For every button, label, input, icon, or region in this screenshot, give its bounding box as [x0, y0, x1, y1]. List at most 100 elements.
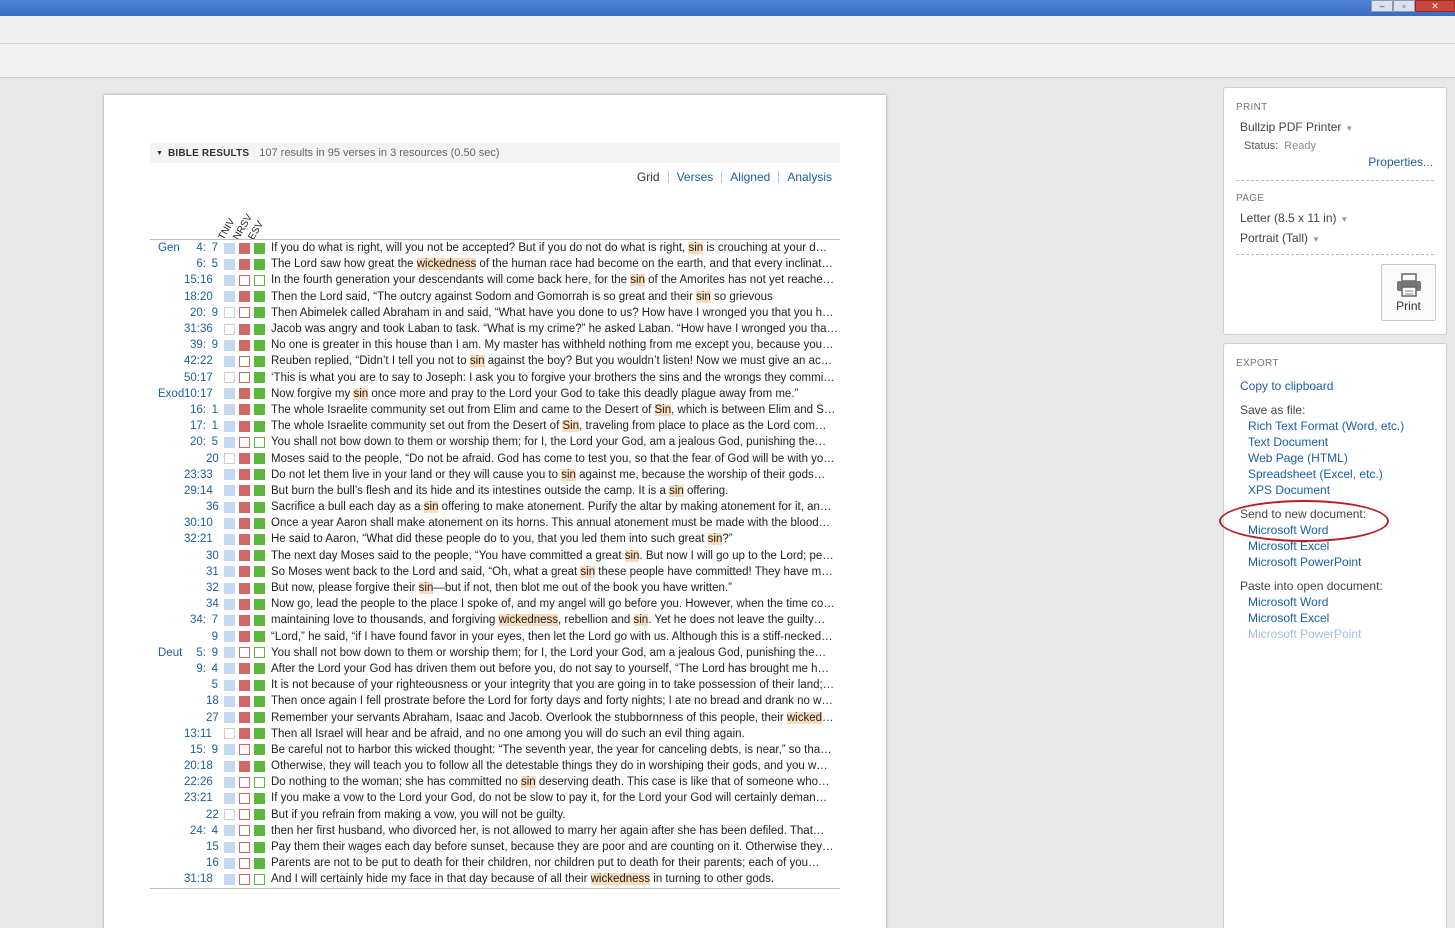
hit-box-tniv[interactable] [224, 517, 235, 529]
hit-box-esv[interactable] [254, 566, 265, 578]
hit-box-tniv[interactable] [224, 501, 235, 513]
hit-box-nrsv[interactable] [239, 242, 250, 254]
table-row[interactable]: 9 “Lord,” he said, “if I have found favor… [150, 629, 840, 645]
table-row[interactable]: 20: 5 You shall not bow down to them or wo… [150, 434, 840, 450]
hit-box-esv[interactable] [254, 712, 265, 724]
hit-box-esv[interactable] [254, 760, 265, 772]
hit-box-tniv[interactable] [224, 469, 235, 481]
hit-box-tniv[interactable] [224, 566, 235, 578]
hit-box-tniv[interactable] [224, 728, 235, 740]
hit-box-nrsv[interactable] [239, 453, 250, 465]
tab-aligned[interactable]: Aligned [722, 170, 778, 184]
hit-box-tniv[interactable] [224, 857, 235, 869]
hit-box-esv[interactable] [254, 857, 265, 869]
tab-grid[interactable]: Grid [629, 170, 668, 184]
hit-box-tniv[interactable] [224, 792, 235, 804]
verse-reference-link[interactable]: 31:18 [150, 873, 218, 885]
hit-box-tniv[interactable] [224, 274, 235, 286]
hit-box-esv[interactable] [254, 501, 265, 513]
hit-box-nrsv[interactable] [239, 533, 250, 545]
hit-box-tniv[interactable] [224, 485, 235, 497]
paste-microsoft-word-link[interactable]: Microsoft Word [1248, 595, 1328, 609]
hit-box-esv[interactable] [254, 550, 265, 562]
hit-box-nrsv[interactable] [239, 792, 250, 804]
hit-box-esv[interactable] [254, 582, 265, 594]
hit-box-tniv[interactable] [224, 712, 235, 724]
save-text-document-link[interactable]: Text Document [1248, 435, 1328, 449]
hit-box-esv[interactable] [254, 679, 265, 691]
hit-box-nrsv[interactable] [239, 550, 250, 562]
hit-box-nrsv[interactable] [239, 873, 250, 885]
verse-reference-link[interactable]: Exod 10:17 [150, 388, 218, 400]
table-row[interactable]: 16: 1 The whole Israelite community set ou… [150, 402, 840, 418]
save-spreadsheet-excel-etc-link[interactable]: Spreadsheet (Excel, etc.) [1248, 467, 1383, 481]
hit-box-tniv[interactable] [224, 533, 235, 545]
verse-reference-link[interactable]: 16: 1 [150, 404, 218, 416]
table-row[interactable]: 29:14 But burn the bull’s flesh and its h… [150, 483, 840, 499]
hit-box-esv[interactable] [254, 614, 265, 626]
minimize-button[interactable]: – [1371, 0, 1393, 12]
hit-box-esv[interactable] [254, 728, 265, 740]
hit-box-esv[interactable] [254, 469, 265, 481]
hit-box-tniv[interactable] [224, 695, 235, 707]
hit-box-esv[interactable] [254, 355, 265, 367]
close-button[interactable]: ✕ [1415, 0, 1455, 12]
verse-reference-link[interactable]: 36 [150, 501, 219, 513]
hit-box-tniv[interactable] [224, 841, 235, 853]
hit-box-nrsv[interactable] [239, 663, 250, 675]
table-row[interactable]: 31:36 Jacob was angry and took Laban to t… [150, 321, 840, 337]
table-row[interactable]: 15:16 In the fourth generation your desce… [150, 272, 840, 288]
hit-box-nrsv[interactable] [239, 274, 250, 286]
hit-box-tniv[interactable] [224, 647, 235, 659]
hit-box-esv[interactable] [254, 598, 265, 610]
properties-link[interactable]: Properties... [1368, 155, 1433, 169]
hit-box-nrsv[interactable] [239, 307, 250, 319]
verse-reference-link[interactable]: 16 [150, 857, 219, 869]
collapse-triangle-icon[interactable]: ▼ [156, 150, 163, 157]
table-row[interactable]: 20: 9 Then Abimelek called Abraham in and … [150, 305, 840, 321]
hit-box-tniv[interactable] [224, 744, 235, 756]
hit-box-nrsv[interactable] [239, 760, 250, 772]
hit-box-tniv[interactable] [224, 291, 235, 303]
hit-box-tniv[interactable] [224, 598, 235, 610]
hit-box-esv[interactable] [254, 809, 265, 821]
table-row[interactable]: 27 Remember your servants Abraham, Isaac … [150, 709, 840, 725]
table-row[interactable]: 36 Sacrifice a bull each day as a sin off… [150, 499, 840, 515]
hit-box-nrsv[interactable] [239, 566, 250, 578]
results-header[interactable]: ▼ BIBLE RESULTS 107 results in 95 verses… [150, 143, 840, 163]
hit-box-esv[interactable] [254, 744, 265, 756]
table-row[interactable]: 50:17 ‘This is what you are to say to Jos… [150, 370, 840, 386]
verse-reference-link[interactable]: 20:18 [150, 760, 218, 772]
hit-box-tniv[interactable] [224, 760, 235, 772]
hit-box-esv[interactable] [254, 323, 265, 335]
paste-microsoft-powerpoint-link[interactable]: Microsoft PowerPoint [1248, 627, 1361, 641]
hit-box-tniv[interactable] [224, 663, 235, 675]
verse-reference-link[interactable]: 20: 9 [150, 307, 218, 319]
tab-analysis[interactable]: Analysis [779, 170, 840, 184]
table-row[interactable]: 20:18 Otherwise, they will teach you to f… [150, 758, 840, 774]
save-web-page-html-link[interactable]: Web Page (HTML) [1248, 451, 1348, 465]
verse-reference-link[interactable]: 15: 9 [150, 744, 218, 756]
hit-box-esv[interactable] [254, 792, 265, 804]
hit-box-tniv[interactable] [224, 453, 235, 465]
table-row[interactable]: 22:26 Do nothing to the woman; she has co… [150, 774, 840, 790]
hit-box-esv[interactable] [254, 372, 265, 384]
hit-box-esv[interactable] [254, 533, 265, 545]
table-row[interactable]: 20 Moses said to the people, “Do not be a… [150, 450, 840, 466]
hit-box-tniv[interactable] [224, 631, 235, 643]
hit-box-nrsv[interactable] [239, 598, 250, 610]
hit-box-nrsv[interactable] [239, 631, 250, 643]
verse-reference-link[interactable]: 18:20 [150, 291, 218, 303]
table-row[interactable]: 34: 7 maintaining love to thousands, and f… [150, 612, 840, 628]
hit-box-esv[interactable] [254, 307, 265, 319]
send-microsoft-powerpoint-link[interactable]: Microsoft PowerPoint [1248, 555, 1361, 569]
orientation-dropdown[interactable]: Portrait (Tall) ▼ [1240, 231, 1320, 245]
save-rich-text-format-word-etc-link[interactable]: Rich Text Format (Word, etc.) [1248, 419, 1404, 433]
hit-box-tniv[interactable] [224, 420, 235, 432]
hit-box-nrsv[interactable] [239, 825, 250, 837]
verse-reference-link[interactable]: 22 [150, 809, 219, 821]
hit-box-esv[interactable] [254, 841, 265, 853]
hit-box-esv[interactable] [254, 873, 265, 885]
hit-box-nrsv[interactable] [239, 809, 250, 821]
hit-box-nrsv[interactable] [239, 258, 250, 270]
